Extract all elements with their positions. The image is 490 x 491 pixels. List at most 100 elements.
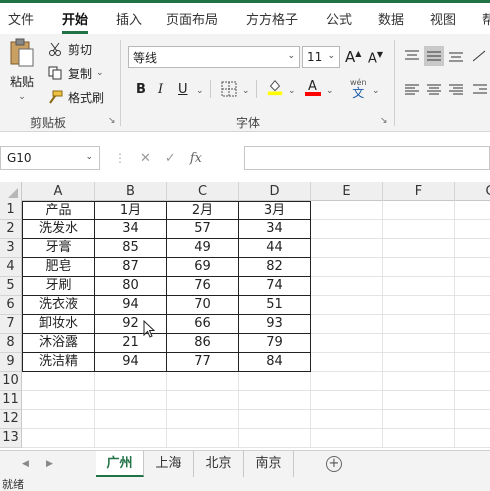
cell-g8[interactable]	[455, 334, 490, 353]
cell-c12[interactable]	[167, 410, 239, 429]
row-header-3[interactable]: 3	[0, 239, 22, 258]
tab-insert[interactable]: 插入	[116, 9, 142, 28]
cell-d3[interactable]: 44	[239, 239, 311, 258]
cell-d11[interactable]	[239, 391, 311, 410]
cancel-icon[interactable]: ✕	[140, 151, 151, 166]
cell-d10[interactable]	[239, 372, 311, 391]
cell-d2[interactable]: 34	[239, 220, 311, 239]
cell-e2[interactable]	[311, 220, 383, 239]
cell-e8[interactable]	[311, 334, 383, 353]
next-sheet-icon[interactable]: ▶	[46, 459, 53, 469]
cell-f3[interactable]	[383, 239, 455, 258]
bold-button[interactable]: B	[136, 82, 146, 97]
row-header-6[interactable]: 6	[0, 296, 22, 315]
cell-e3[interactable]	[311, 239, 383, 258]
font-name-select[interactable]: 等线 ⌄	[128, 46, 300, 68]
borders-icon[interactable]	[220, 80, 238, 98]
cell-g13[interactable]	[455, 429, 490, 448]
cell-g11[interactable]	[455, 391, 490, 410]
column-header-c[interactable]: C	[167, 182, 239, 201]
paste-dropdown-icon[interactable]: ⌄	[18, 92, 26, 102]
tab-view[interactable]: 视图	[430, 9, 456, 28]
column-header-b[interactable]: B	[95, 182, 167, 201]
cell-f9[interactable]	[383, 353, 455, 372]
cell-a12[interactable]	[22, 410, 95, 429]
cell-g2[interactable]	[455, 220, 490, 239]
row-header-1[interactable]: 1	[0, 201, 22, 220]
cell-a6[interactable]: 洗衣液	[22, 296, 95, 315]
sheet-tab-guangzhou[interactable]: 广州	[96, 451, 144, 477]
align-middle-icon[interactable]	[424, 46, 444, 66]
cell-f2[interactable]	[383, 220, 455, 239]
font-size-select[interactable]: 11 ⌄	[302, 46, 340, 68]
cell-d12[interactable]	[239, 410, 311, 429]
paste-button[interactable]: 粘贴 ⌄	[6, 38, 38, 102]
fill-color-dropdown-icon[interactable]: ⌄	[288, 86, 296, 96]
cell-e4[interactable]	[311, 258, 383, 277]
cell-f1[interactable]	[383, 201, 455, 220]
cell-g3[interactable]	[455, 239, 490, 258]
cell-e7[interactable]	[311, 315, 383, 334]
cell-d1[interactable]: 3月	[239, 201, 311, 220]
formula-input[interactable]	[244, 146, 490, 170]
borders-dropdown-icon[interactable]: ⌄	[242, 86, 250, 96]
cell-c6[interactable]: 70	[167, 296, 239, 315]
cell-d8[interactable]: 79	[239, 334, 311, 353]
cell-d5[interactable]: 74	[239, 277, 311, 296]
cell-b12[interactable]	[95, 410, 167, 429]
cell-c1[interactable]: 2月	[167, 201, 239, 220]
cell-c8[interactable]: 86	[167, 334, 239, 353]
cell-g4[interactable]	[455, 258, 490, 277]
underline-dropdown-icon[interactable]: ⌄	[196, 86, 204, 96]
add-sheet-icon[interactable]: +	[326, 456, 342, 472]
cell-a9[interactable]: 洗洁精	[22, 353, 95, 372]
cell-e1[interactable]	[311, 201, 383, 220]
row-header-7[interactable]: 7	[0, 315, 22, 334]
cell-f6[interactable]	[383, 296, 455, 315]
cell-b1[interactable]: 1月	[95, 201, 167, 220]
row-header-12[interactable]: 12	[0, 410, 22, 429]
cell-c11[interactable]	[167, 391, 239, 410]
row-header-5[interactable]: 5	[0, 277, 22, 296]
cell-c4[interactable]: 69	[167, 258, 239, 277]
tab-help[interactable]: 帮	[482, 9, 490, 28]
cell-g5[interactable]	[455, 277, 490, 296]
cell-b7[interactable]: 92	[95, 315, 167, 334]
cell-f11[interactable]	[383, 391, 455, 410]
row-header-8[interactable]: 8	[0, 334, 22, 353]
cell-a7[interactable]: 卸妆水	[22, 315, 95, 334]
row-header-2[interactable]: 2	[0, 220, 22, 239]
cell-c10[interactable]	[167, 372, 239, 391]
cell-e10[interactable]	[311, 372, 383, 391]
cell-c5[interactable]: 76	[167, 277, 239, 296]
tab-file[interactable]: 文件	[8, 9, 34, 28]
row-header-4[interactable]: 4	[0, 258, 22, 277]
row-header-13[interactable]: 13	[0, 429, 22, 448]
cell-a10[interactable]	[22, 372, 95, 391]
cell-b10[interactable]	[95, 372, 167, 391]
row-header-10[interactable]: 10	[0, 372, 22, 391]
cell-b13[interactable]	[95, 429, 167, 448]
cell-d13[interactable]	[239, 429, 311, 448]
sheet-tab-beijing[interactable]: 北京	[194, 451, 244, 477]
align-left-icon[interactable]	[402, 80, 422, 100]
cell-g7[interactable]	[455, 315, 490, 334]
cell-c13[interactable]	[167, 429, 239, 448]
cell-a5[interactable]: 牙刷	[22, 277, 95, 296]
select-all-corner[interactable]	[0, 182, 22, 201]
align-top-icon[interactable]	[402, 46, 422, 66]
cell-f8[interactable]	[383, 334, 455, 353]
copy-button[interactable]: 复制 ⌄	[46, 64, 104, 82]
cell-d7[interactable]: 93	[239, 315, 311, 334]
copy-dropdown-icon[interactable]: ⌄	[96, 68, 104, 78]
sheet-tab-shanghai[interactable]: 上海	[144, 451, 194, 477]
tab-data[interactable]: 数据	[378, 9, 404, 28]
cell-a8[interactable]: 沐浴露	[22, 334, 95, 353]
cell-g9[interactable]	[455, 353, 490, 372]
cell-g10[interactable]	[455, 372, 490, 391]
pinyin-dropdown-icon[interactable]: ⌄	[372, 86, 380, 96]
cell-d4[interactable]: 82	[239, 258, 311, 277]
cell-f4[interactable]	[383, 258, 455, 277]
cell-d9[interactable]: 84	[239, 353, 311, 372]
grow-font-button[interactable]: A▲	[345, 48, 361, 66]
